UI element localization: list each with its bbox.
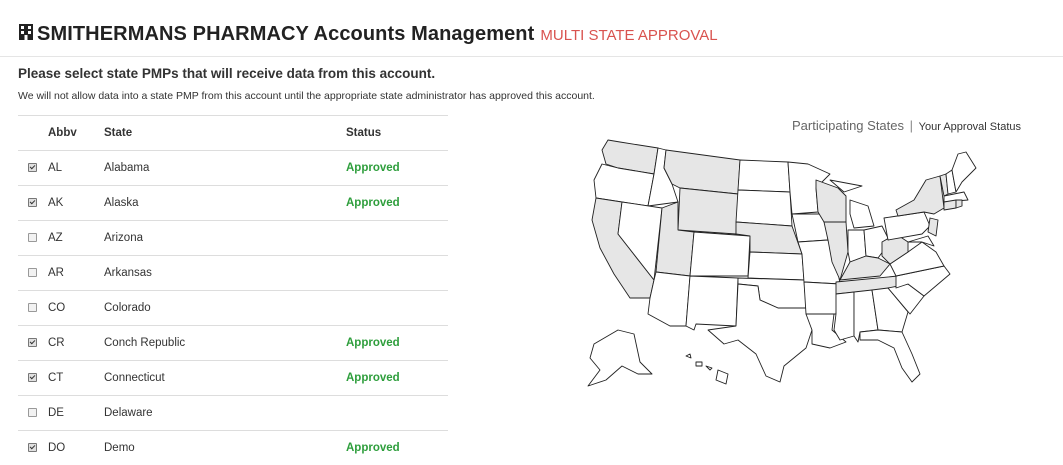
state-ky[interactable] [840,256,890,280]
state-checkbox[interactable] [28,198,37,207]
page-title: SMITHERMANS PHARMACY Accounts Management [37,23,534,46]
approval-status: Approved [346,326,448,361]
approval-status: Approved [346,186,448,221]
select-cell [18,361,48,396]
state-name: Alabama [104,151,346,186]
state-abbv: AL [48,151,104,186]
us-map-svg [578,130,1008,400]
table-row: DEDelaware [18,396,448,431]
column-header-state: State [104,116,346,151]
state-checkbox[interactable] [28,268,37,277]
building-icon [18,23,34,41]
column-header-status: Status [346,116,448,151]
state-name: Colorado [104,291,346,326]
state-az[interactable] [648,272,690,326]
select-cell [18,256,48,291]
state-checkbox[interactable] [28,338,37,347]
state-ms[interactable] [834,292,854,340]
state-checkbox[interactable] [28,233,37,242]
state-hi[interactable] [686,354,728,384]
table-row: ARArkansas [18,256,448,291]
state-checkbox[interactable] [28,303,37,312]
state-name: Alaska [104,186,346,221]
state-ak[interactable] [588,330,652,386]
table-row: CTConnecticutApproved [18,361,448,396]
state-ny[interactable] [896,176,944,216]
column-header-select [18,116,48,151]
table-header-row: Abbv State Status [18,116,448,151]
approval-status: Approved [346,151,448,186]
state-name: Delaware [104,396,346,431]
state-nd[interactable] [738,160,790,192]
table-row: AZArizona [18,221,448,256]
state-name: Conch Republic [104,326,346,361]
select-cell [18,221,48,256]
approval-status [346,396,448,431]
table-row: CRConch RepublicApproved [18,326,448,361]
state-checkbox[interactable] [28,163,37,172]
state-checkbox[interactable] [28,408,37,417]
state-wy[interactable] [678,188,738,234]
state-ar[interactable] [804,282,840,314]
table-row: COColorado [18,291,448,326]
state-abbv: CO [48,291,104,326]
table-row: AKAlaskaApproved [18,186,448,221]
select-cell [18,326,48,361]
section-heading: Please select state PMPs that will recei… [18,66,435,81]
us-map [578,130,1008,400]
state-checkbox[interactable] [28,373,37,382]
header-divider [0,56,1063,57]
state-me[interactable] [952,152,976,192]
table-row: DODemoApproved [18,431,448,465]
title-bar: SMITHERMANS PHARMACY Accounts Management… [18,22,718,52]
state-mt[interactable] [664,150,740,194]
select-cell [18,186,48,221]
approval-status: Approved [346,431,448,465]
select-cell [18,396,48,431]
state-name: Arkansas [104,256,346,291]
state-table: Abbv State Status ALAlabamaApprovedAKAla… [18,115,448,465]
state-checkbox[interactable] [28,443,37,452]
state-pa[interactable] [884,212,930,240]
state-name: Connecticut [104,361,346,396]
select-cell [18,431,48,465]
state-name: Demo [104,431,346,465]
state-abbv: DE [48,396,104,431]
state-ct[interactable] [944,200,956,210]
approval-status: Approved [346,361,448,396]
table-row: ALAlabamaApproved [18,151,448,186]
approval-status [346,221,448,256]
state-ri[interactable] [956,200,962,208]
state-nm[interactable] [686,276,738,330]
state-co[interactable] [690,232,750,276]
state-sd[interactable] [736,190,792,226]
select-cell [18,151,48,186]
state-abbv: CR [48,326,104,361]
state-fl[interactable] [860,330,920,382]
approval-note: We will not allow data into a state PMP … [18,90,595,102]
state-abbv: AR [48,256,104,291]
select-cell [18,291,48,326]
state-abbv: DO [48,431,104,465]
state-abbv: AK [48,186,104,221]
approval-mode-label: MULTI STATE APPROVAL [540,27,717,44]
column-header-abbv: Abbv [48,116,104,151]
state-ks[interactable] [748,252,804,280]
state-abbv: CT [48,361,104,396]
approval-status [346,256,448,291]
state-nj[interactable] [928,218,938,236]
approval-status [346,291,448,326]
state-abbv: AZ [48,221,104,256]
state-name: Arizona [104,221,346,256]
